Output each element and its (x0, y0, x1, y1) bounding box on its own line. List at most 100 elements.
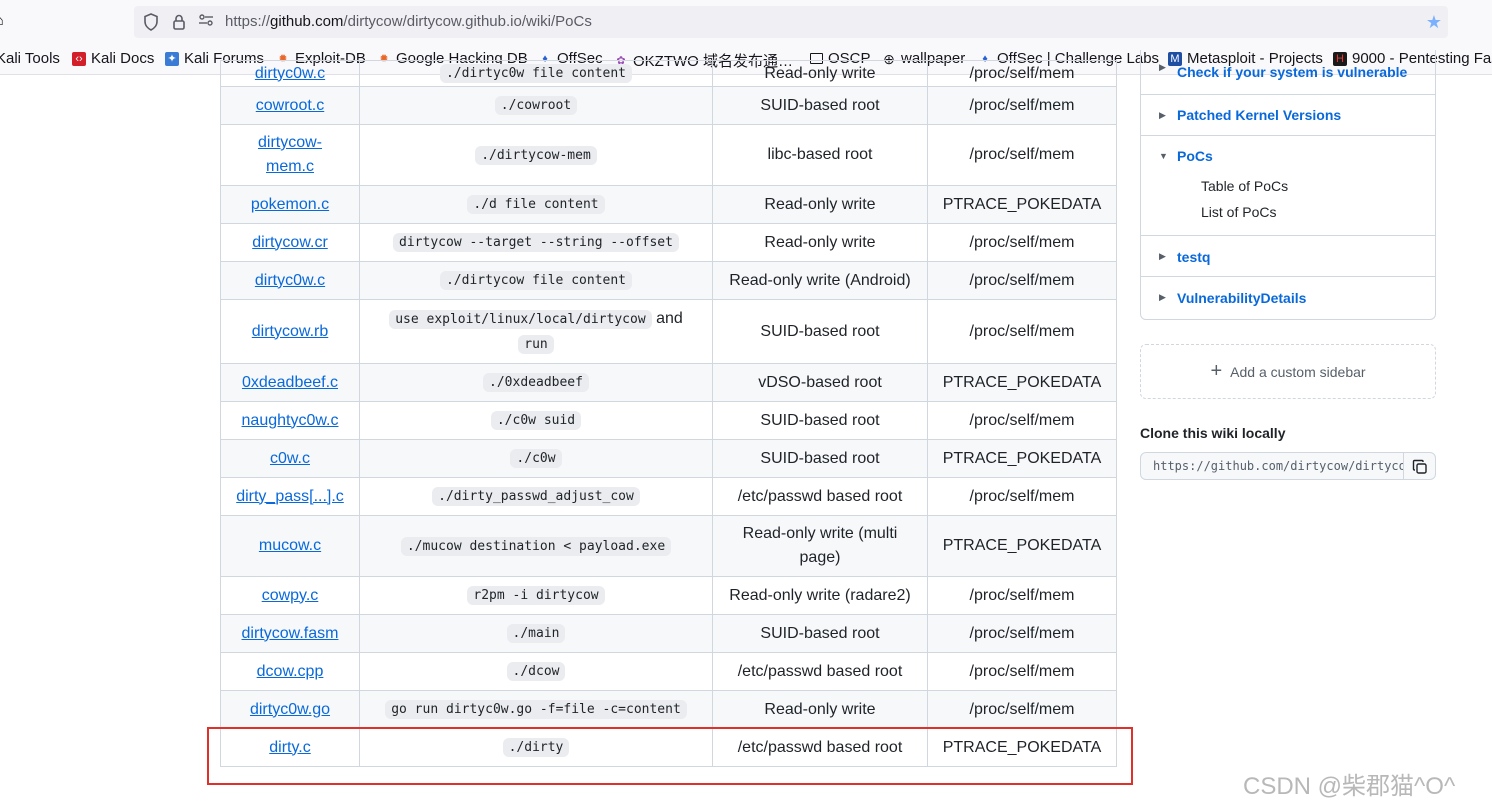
sidebar-item-label: testq (1177, 249, 1211, 265)
table-row: pokemon.c ./d file content Read-only write… (220, 185, 1117, 224)
poc-type-cell: Read-only write (Android) (712, 261, 928, 300)
kali-forums-icon: ✦ (165, 51, 179, 66)
usage-command: ./dirty_passwd_adjust_cow (432, 487, 640, 506)
table-row: dirtyc0w.c ./dirtyc0w file content Read-on… (220, 60, 1117, 87)
kali-docs-icon: ‹› (72, 51, 86, 66)
url-bar[interactable]: https://github.com/dirtycow/dirtycow.git… (134, 6, 1448, 38)
poc-method-cell: PTRACE_POKEDATA (927, 728, 1117, 767)
poc-link[interactable]: naughtyc0w.c (242, 412, 339, 429)
table-row: dirtycow.fasm ./main SUID-based root/proc/… (220, 614, 1117, 653)
poc-type-line: page) (799, 549, 841, 566)
usage-command: ./dirtyc0w file content (439, 64, 632, 83)
poc-method-cell: /proc/self/mem (927, 401, 1117, 440)
sidebar-item-label: Patched Kernel Versions (1177, 107, 1342, 123)
poc-type-cell: Read-only write (multi page) (712, 515, 928, 577)
poc-type-cell: SUID-based root (712, 299, 928, 364)
poc-usage-cell: ./dirty_passwd_adjust_cow (359, 477, 713, 516)
poc-link[interactable]: dirtycow.cr (252, 234, 328, 251)
sidebar-item-vulnerability-details[interactable]: ▶ VulnerabilityDetails (1141, 276, 1435, 319)
poc-name-cell: dirty_pass[...].c (220, 477, 360, 516)
poc-name-cell: pokemon.c (220, 185, 360, 224)
table-row: cowpy.c r2pm -i dirtycow Read-only write (… (220, 576, 1117, 615)
usage-command: dirtycow --target --string --offset (393, 233, 679, 252)
poc-link[interactable]: dirtycow-mem.c (258, 134, 322, 175)
poc-method-cell: PTRACE_POKEDATA (927, 515, 1117, 577)
poc-link[interactable]: 0xdeadbeef.c (242, 374, 338, 391)
poc-method-cell: PTRACE_POKEDATA (927, 439, 1117, 478)
poc-link[interactable]: cowroot.c (256, 97, 324, 114)
poc-usage-cell: ./c0w suid (359, 401, 713, 440)
pocs-table: dirtyc0w.c ./dirtyc0w file content Read-on… (220, 60, 1117, 767)
poc-usage-cell: go run dirtyc0w.go -f=file -c=content (359, 690, 713, 729)
poc-method-cell: /proc/self/mem (927, 223, 1117, 262)
sidebar-item-label: Check if your system is vulnerable (1177, 64, 1408, 80)
table-row: c0w.c ./c0w SUID-based root PTRACE_POKEDATA (220, 439, 1117, 478)
sidebar-item-check-vulnerable[interactable]: ▶ Check if your system is vulnerable (1141, 50, 1435, 95)
poc-name-cell: dirtyc0w.c (220, 261, 360, 300)
bookmark-kali-tools[interactable]: Kali Tools (0, 50, 60, 67)
poc-link[interactable]: mucow.c (259, 537, 321, 554)
poc-usage-cell: ./main (359, 614, 713, 653)
lock-icon[interactable] (170, 13, 188, 31)
poc-name-cell: dirtycow.rb (220, 299, 360, 364)
caret-right-icon: ▶ (1159, 251, 1166, 261)
poc-method-cell: /proc/self/mem (927, 86, 1117, 125)
bookmark-star-icon[interactable]: ★ (1426, 12, 1442, 33)
poc-link[interactable]: dirty.c (269, 739, 310, 756)
copy-icon (1412, 459, 1427, 474)
poc-usage-cell: r2pm -i dirtycow (359, 576, 713, 615)
poc-method-cell: /proc/self/mem (927, 124, 1117, 186)
poc-usage-cell: ./d file content (359, 185, 713, 224)
poc-link[interactable]: dirtyc0w.go (250, 701, 330, 718)
poc-type-cell: /etc/passwd based root (712, 728, 928, 767)
usage-command: ./dirtycow file content (439, 271, 632, 290)
poc-link[interactable]: dirty_pass[...].c (236, 488, 344, 505)
poc-link[interactable]: dirtyc0w.c (255, 272, 325, 289)
poc-link[interactable]: dirtyc0w.c (255, 65, 325, 82)
home-icon[interactable]: ⌂ (0, 12, 4, 30)
poc-method-cell: /proc/self/mem (927, 261, 1117, 300)
shield-icon[interactable] (142, 13, 160, 31)
poc-type-cell: SUID-based root (712, 614, 928, 653)
url-text[interactable]: https://github.com/dirtycow/dirtycow.git… (225, 13, 592, 30)
permissions-icon[interactable] (197, 13, 215, 31)
copy-clone-url-button[interactable] (1403, 452, 1436, 480)
poc-type-cell: vDSO-based root (712, 363, 928, 402)
table-row: dirty_pass[...].c ./dirty_passwd_adjust_c… (220, 477, 1117, 516)
table-row: cowroot.c ./cowroot SUID-based root/proc/s… (220, 86, 1117, 125)
poc-type-cell: SUID-based root (712, 401, 928, 440)
poc-method-cell: /proc/self/mem (927, 299, 1117, 364)
add-custom-sidebar-button[interactable]: + Add a custom sidebar (1140, 344, 1436, 399)
clone-wiki-title: Clone this wiki locally (1140, 425, 1286, 441)
url-prefix: https:// (225, 13, 271, 30)
poc-link[interactable]: c0w.c (270, 450, 310, 467)
poc-link[interactable]: cowpy.c (262, 587, 319, 604)
clone-url-input[interactable]: https://github.com/dirtycow/dirtycow.git… (1140, 452, 1404, 480)
sidebar-item-patched-kernel[interactable]: ▶ Patched Kernel Versions (1141, 94, 1435, 136)
poc-usage-cell: ./dirtycow-mem (359, 124, 713, 186)
pocs-table-body: dirtyc0w.c ./dirtyc0w file content Read-on… (220, 60, 1117, 767)
pocs-table-wrapper: dirtyc0w.c ./dirtyc0w file content Read-on… (220, 60, 1117, 767)
sidebar-subitem-list-of-pocs[interactable]: List of PoCs (1201, 204, 1276, 220)
table-row: naughtyc0w.c ./c0w suid SUID-based root/pr… (220, 401, 1117, 440)
poc-name-cell: naughtyc0w.c (220, 401, 360, 440)
poc-link[interactable]: pokemon.c (251, 196, 329, 213)
poc-link[interactable]: dirtycow.fasm (242, 625, 339, 642)
poc-link[interactable]: dcow.cpp (257, 663, 324, 680)
poc-name-cell: mucow.c (220, 515, 360, 577)
poc-method-cell: /proc/self/mem (927, 576, 1117, 615)
poc-link-line: dirtycow- (257, 134, 322, 151)
sidebar-subitem-table-of-pocs[interactable]: Table of PoCs (1201, 178, 1288, 194)
csdn-watermark: CSDN @柴郡猫^O^ (1243, 773, 1456, 800)
usage-command: ./c0w suid (490, 411, 582, 430)
table-row: 0xdeadbeef.c ./0xdeadbeef vDSO-based root P… (220, 363, 1117, 402)
table-row: dcow.cpp ./dcow/etc/passwd based root/pro… (220, 652, 1117, 691)
usage-command: use exploit/linux/local/dirtycow (389, 309, 652, 329)
sidebar-item-pocs[interactable]: ▼ PoCs Table of PoCs List of PoCs (1141, 135, 1435, 236)
poc-usage-cell: ./dirty (359, 728, 713, 767)
sidebar-item-testq[interactable]: ▶ testq (1141, 235, 1435, 277)
usage-command: run (518, 334, 554, 354)
bookmark-kali-docs[interactable]: ‹› Kali Docs (72, 50, 154, 67)
poc-link[interactable]: dirtycow.rb (252, 323, 328, 340)
poc-method-cell: /proc/self/mem (927, 614, 1117, 653)
